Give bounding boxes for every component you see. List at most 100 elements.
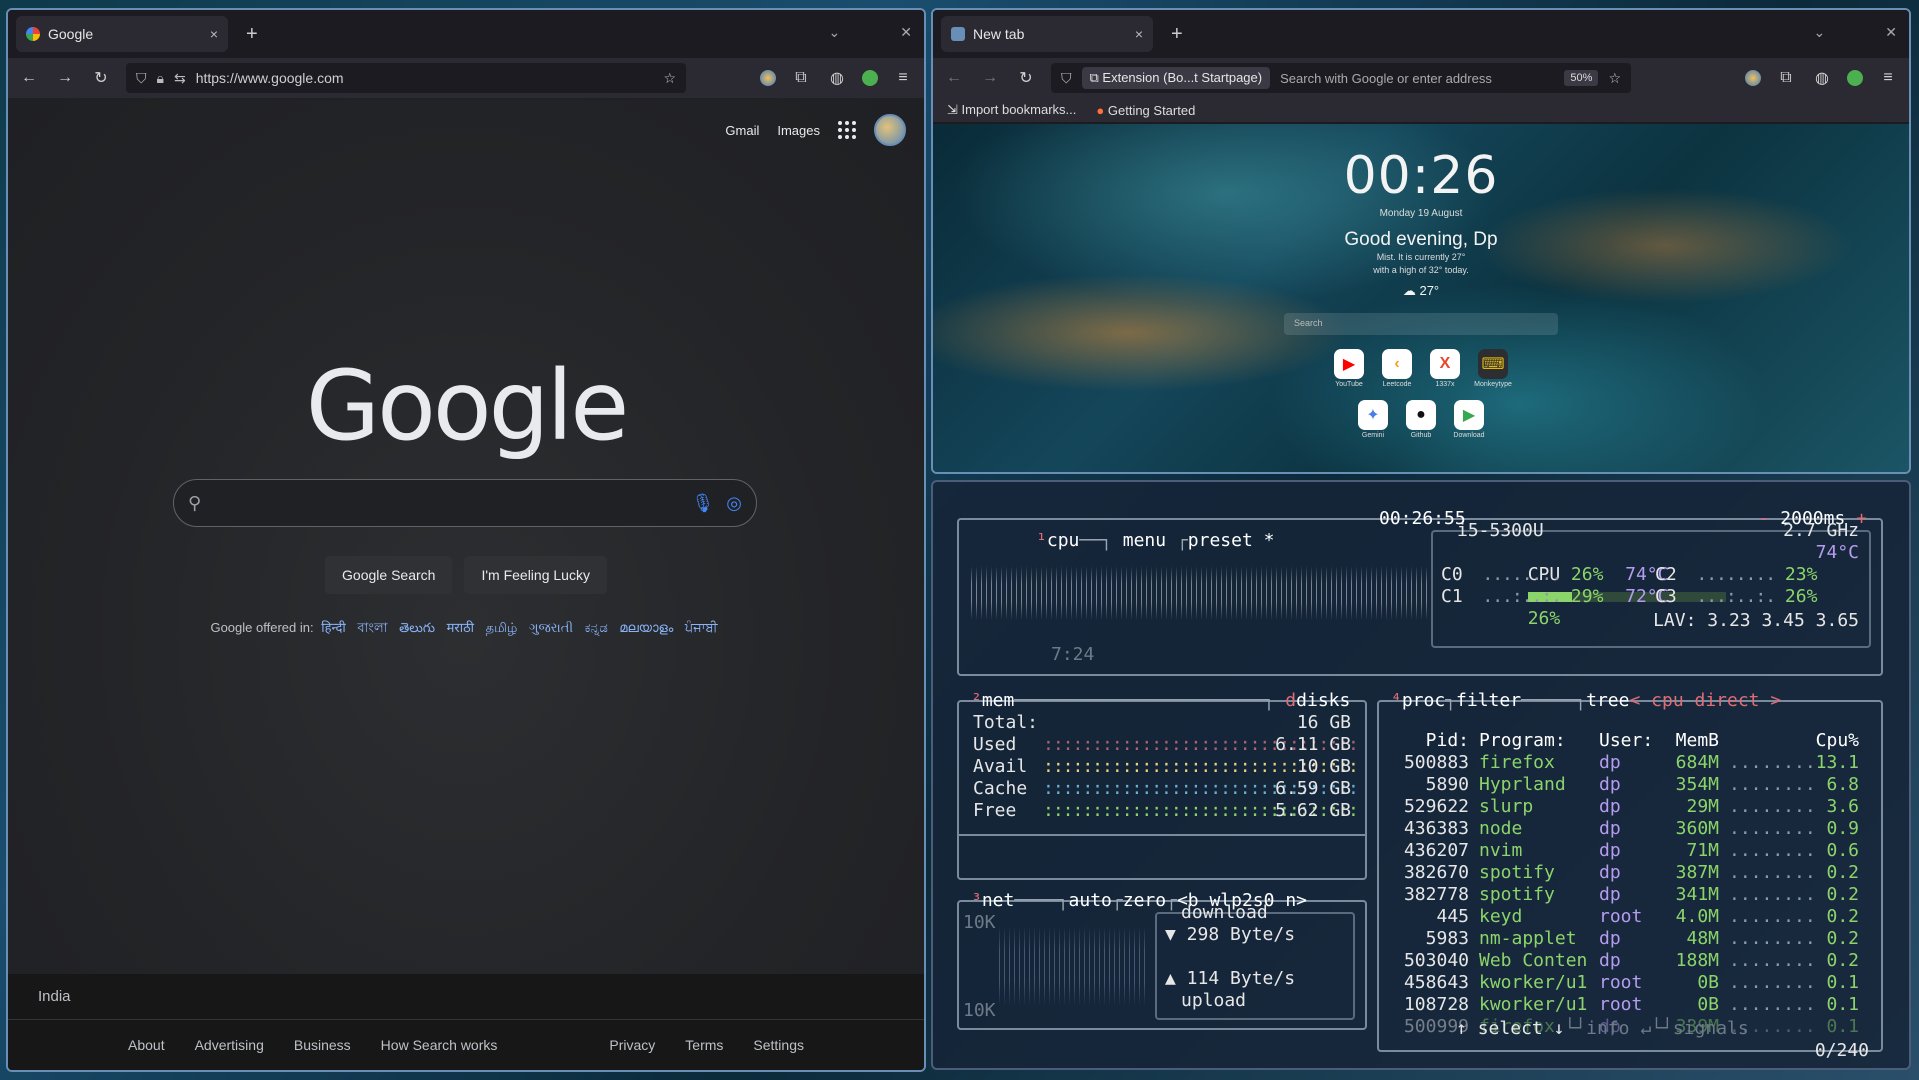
back-icon[interactable]: ← <box>18 69 40 87</box>
feeling-lucky-button[interactable]: I'm Feeling Lucky <box>464 556 607 594</box>
process-row[interactable]: 529622 slurp dp 29M........ 3.6 <box>1379 796 1879 818</box>
language-link[interactable]: മലയാളം <box>619 620 673 635</box>
language-link[interactable]: ગુજરાતી <box>529 620 573 635</box>
forward-icon[interactable]: → <box>979 69 1001 87</box>
profile-extension-icon[interactable] <box>1745 70 1761 86</box>
proc-tree[interactable]: tree <box>1586 690 1629 711</box>
language-link[interactable]: हिन्दी <box>321 620 346 635</box>
btop-terminal-window[interactable]: ¹cpu──┐ menu ┌preset * 00:26:55 - 2000ms… <box>931 480 1911 1070</box>
disks-title[interactable]: disks <box>1296 690 1350 711</box>
bookmark-star-icon[interactable]: ☆ <box>663 70 676 87</box>
footer-link-business[interactable]: Business <box>294 1037 351 1053</box>
back-icon[interactable]: ← <box>943 69 965 87</box>
footer-link-terms[interactable]: Terms <box>685 1037 723 1053</box>
addon-green-icon[interactable] <box>862 70 878 86</box>
net-title[interactable]: net <box>982 890 1015 911</box>
shortcut-leetcode[interactable]: ‹ Leetcode <box>1380 349 1414 388</box>
footer-link-advertising[interactable]: Advertising <box>195 1037 264 1053</box>
language-link[interactable]: ಕನ್ನಡ <box>585 620 608 635</box>
globe-icon[interactable]: ◍ <box>1811 68 1833 88</box>
col-cpu[interactable]: Cpu% <box>1799 730 1859 752</box>
shortcut-1337x[interactable]: X 1337x <box>1428 349 1462 388</box>
tab-new-tab[interactable]: New tab × <box>941 16 1153 52</box>
tab-close-button[interactable]: × <box>210 26 218 42</box>
col-mem[interactable]: MemB <box>1659 730 1719 752</box>
footer-link-privacy[interactable]: Privacy <box>609 1037 655 1053</box>
bookmark-star-icon[interactable]: ☆ <box>1608 70 1621 87</box>
tab-google[interactable]: Google × <box>16 16 228 52</box>
proc-filter[interactable]: filter <box>1456 690 1521 711</box>
proc-sort[interactable]: < cpu direct > <box>1629 690 1781 711</box>
startpage-search-input[interactable]: Search <box>1284 313 1558 335</box>
col-user[interactable]: User: <box>1589 730 1659 752</box>
google-search-box[interactable]: ⚲ 🎙︎ ◎ <box>173 479 757 527</box>
process-row[interactable]: 503040 Web Conten dp 188M........ 0.2 <box>1379 950 1879 972</box>
footer-link-how-search-works[interactable]: How Search works <box>381 1037 498 1053</box>
getting-started-link[interactable]: ● Getting Started <box>1096 103 1195 118</box>
net-zero[interactable]: zero <box>1123 890 1166 911</box>
shortcut-gemini[interactable]: ✦ Gemini <box>1356 400 1390 439</box>
process-row[interactable]: 458643 kworker/u1 root 0B........ 0.1 <box>1379 972 1879 994</box>
lock-icon[interactable]: 🔒︎ <box>157 70 164 87</box>
url-text[interactable]: https://www.google.com <box>196 70 654 86</box>
window-close-icon[interactable]: ✕ <box>900 24 912 41</box>
process-row[interactable]: 436207 nvim dp 71M........ 0.6 <box>1379 840 1879 862</box>
language-link[interactable]: తెలుగు <box>399 620 435 635</box>
process-row[interactable]: 5890 Hyprland dp 354M........ 6.8 <box>1379 774 1879 796</box>
proc-signals[interactable]: signals <box>1673 1018 1749 1039</box>
search-input[interactable] <box>213 494 680 512</box>
window-close-icon[interactable]: ✕ <box>1885 24 1897 41</box>
footer-link-about[interactable]: About <box>128 1037 165 1053</box>
mem-title[interactable]: mem <box>982 690 1015 711</box>
globe-icon[interactable]: ◍ <box>826 68 848 88</box>
import-bookmarks-link[interactable]: ⇲ Import bookmarks... <box>947 102 1076 118</box>
process-row[interactable]: 5983 nm-applet dp 48M........ 0.2 <box>1379 928 1879 950</box>
list-tabs-icon[interactable]: ⌄ <box>829 24 841 41</box>
shortcut-youtube[interactable]: ▶ YouTube <box>1332 349 1366 388</box>
account-avatar[interactable] <box>874 114 906 146</box>
language-link[interactable]: বাংলা <box>357 620 387 635</box>
lens-camera-icon[interactable]: ◎ <box>726 493 742 514</box>
extension-identity-chip[interactable]: ⧉ Extension (Bo...t Startpage) <box>1081 67 1271 89</box>
process-row[interactable]: 382778 spotify dp 341M........ 0.2 <box>1379 884 1879 906</box>
menu-hamburger-icon[interactable]: ≡ <box>1877 69 1899 87</box>
google-search-button[interactable]: Google Search <box>325 556 453 594</box>
voice-search-mic-icon[interactable]: 🎙︎ <box>691 493 714 514</box>
images-link[interactable]: Images <box>777 123 820 138</box>
zoom-badge[interactable]: 50% <box>1564 70 1599 86</box>
shortcut-github[interactable]: ● Github <box>1404 400 1438 439</box>
col-pid[interactable]: Pid: <box>1379 730 1469 752</box>
tab-close-button[interactable]: × <box>1135 26 1143 42</box>
process-row[interactable]: 382670 spotify dp 387M........ 0.2 <box>1379 862 1879 884</box>
gmail-link[interactable]: Gmail <box>725 123 759 138</box>
profile-extension-icon[interactable] <box>760 70 776 86</box>
shield-icon[interactable]: ⛉ <box>1061 70 1072 87</box>
addon-green-icon[interactable] <box>1847 70 1863 86</box>
language-link[interactable]: தமிழ் <box>486 620 518 635</box>
address-bar[interactable]: ⛉ 🔒︎ ⇆ https://www.google.com ☆ <box>126 63 686 93</box>
extensions-puzzle-icon[interactable]: ⧉ <box>1775 69 1797 87</box>
footer-link-settings[interactable]: Settings <box>753 1037 804 1053</box>
new-tab-button[interactable]: + <box>246 23 258 46</box>
reload-icon[interactable]: ↻ <box>1015 68 1037 88</box>
shortcut-download[interactable]: ▶ Download <box>1452 400 1486 439</box>
menu-hamburger-icon[interactable]: ≡ <box>892 69 914 87</box>
process-row[interactable]: 445 keyd root 4.0M........ 0.2 <box>1379 906 1879 928</box>
permissions-icon[interactable]: ⇆ <box>174 70 186 87</box>
reload-icon[interactable]: ↻ <box>90 68 112 88</box>
language-link[interactable]: ਪੰਜਾਬੀ <box>685 620 718 635</box>
shield-icon[interactable]: ⛉ <box>136 70 147 87</box>
proc-title[interactable]: proc <box>1402 690 1445 711</box>
extensions-puzzle-icon[interactable]: ⧉ <box>790 69 812 87</box>
process-row[interactable]: 500883 firefox dp 684M........ 13.1 <box>1379 752 1879 774</box>
url-placeholder[interactable]: Search with Google or enter address <box>1280 71 1554 86</box>
address-bar[interactable]: ⛉ ⧉ Extension (Bo...t Startpage) Search … <box>1051 63 1631 93</box>
google-apps-icon[interactable] <box>838 121 856 139</box>
proc-info[interactable]: info <box>1586 1018 1629 1039</box>
process-row[interactable]: 436383 node dp 360M........ 0.9 <box>1379 818 1879 840</box>
language-link[interactable]: मराठी <box>447 620 474 635</box>
net-auto[interactable]: auto <box>1069 890 1112 911</box>
proc-select[interactable]: select <box>1478 1018 1543 1039</box>
list-tabs-icon[interactable]: ⌄ <box>1814 24 1826 41</box>
col-program[interactable]: Program: <box>1469 730 1589 752</box>
